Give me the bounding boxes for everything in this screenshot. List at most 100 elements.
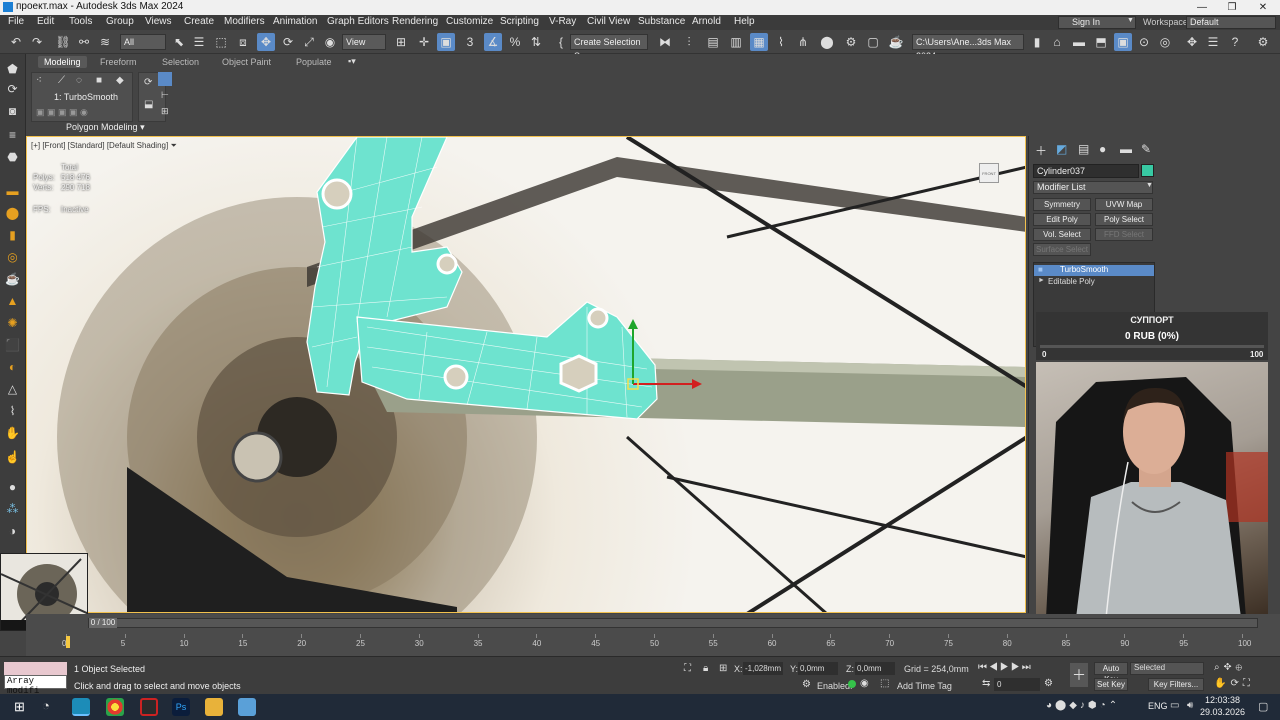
select-by-name-icon[interactable]: ☰ [190,33,208,51]
menu-views[interactable]: Views [145,16,172,27]
edit-poly-button[interactable]: Edit Poly [1033,213,1091,226]
modifier-list-dropdown[interactable]: Modifier List ▼ [1033,181,1153,194]
taskbar-photoshop-icon[interactable]: Ps [172,698,190,716]
create-panel-icon[interactable]: ＋ [1035,142,1047,159]
cube-tool-icon[interactable]: ⬛ [4,338,21,353]
viewcube[interactable]: FRONT [979,163,999,183]
x-coord-field[interactable]: -1,028mm [743,662,783,675]
sphere-grey-icon[interactable]: ● [4,480,21,495]
tab-populate[interactable]: Populate [290,56,338,68]
configure-icon[interactable]: ⊞ [161,106,169,117]
taskbar-app-icon[interactable] [238,698,256,716]
input-language[interactable]: ENG [1148,701,1168,711]
transform-mode-icon[interactable]: ⊞ [719,663,727,674]
time-slider-track[interactable]: 0 / 100 [88,618,1258,628]
z-coord-field[interactable]: 0,0mm [855,662,895,675]
list-icon[interactable]: ≡ [4,128,21,143]
select-and-rotate-icon[interactable]: ⟳ [279,33,297,51]
sphere-tool-icon[interactable]: ⬤ [4,206,21,221]
tray-icons[interactable]: ◕⬤◆♪⬢◔⌃ [1046,700,1120,711]
cylinder-tool-icon[interactable]: ▮ [4,228,21,243]
menu-help[interactable]: Help [734,16,755,27]
viewport-label[interactable]: [+] [Front] [Standard] [Default Shading]… [31,141,177,151]
vertex-mode-icon[interactable]: ⁖ [36,75,42,86]
snaps-toggle-icon[interactable]: 3 [461,33,479,51]
time-configuration-icon[interactable]: ⚙ [1044,678,1053,689]
menu-customize[interactable]: Customize [446,16,493,27]
edit-named-selection-icon[interactable]: { [552,33,570,51]
align-icon[interactable]: ⫶ [680,33,698,51]
select-and-place-icon[interactable]: ◉ [321,33,339,51]
window-crossing-icon[interactable]: ⧈ [234,33,252,51]
windows-start-icon[interactable]: ⊞ [14,699,25,715]
stack-item-turbosmooth[interactable]: ■ TurboSmooth [1034,265,1154,276]
reference-coordinate-dropdown[interactable]: View [342,34,386,50]
timeline[interactable]: 0 / 100 0 5 10 15 20 25 30 35 40 45 50 55 60 65 70 75 80… [26,614,1280,656]
pyramid-tool-icon[interactable]: △ [4,382,21,397]
nav-orbit-icons[interactable]: ✋⟳⛶ [1214,678,1254,689]
menu-create[interactable]: Create [184,16,214,27]
border-mode-icon[interactable]: ◌ [76,75,82,86]
pointer-tool-icon[interactable]: ☝ [4,450,21,465]
help-icon[interactable]: ? [1226,33,1244,51]
link-icon[interactable]: ⛓ [54,33,72,51]
modify-tab-icon[interactable]: ⟳ [4,82,21,97]
edge-mode-icon[interactable]: ⟋ [58,75,65,86]
filter-icon[interactable]: ⏷ [170,141,176,150]
select-and-scale-icon[interactable]: ⤢ [300,33,318,51]
sign-in-dropdown[interactable]: Sign In ▼ [1058,16,1136,29]
orbit-tool-icon[interactable]: ◐ [4,360,21,375]
stack-item-editable-poly[interactable]: ► Editable Poly [1034,277,1154,288]
mirror-icon[interactable]: ⧓ [656,33,674,51]
collapse-icon[interactable]: ⬓ [144,99,153,110]
network-icon[interactable]: ▭ [1170,700,1179,711]
render-setup-icon[interactable]: ⚙ [842,33,860,51]
plugin-icon[interactable]: ✥ [1183,33,1201,51]
render-view-icon[interactable]: ◎ [1156,33,1174,51]
rectangular-selection-icon[interactable]: ⬚ [212,33,230,51]
menu-edit[interactable]: Edit [37,16,54,27]
ribbon-options-icon[interactable]: ▪▾ [348,56,356,67]
teapot-tool-icon[interactable]: ☕ [4,272,21,287]
maximize-button[interactable]: ❐ [1217,0,1247,15]
box-tool-icon[interactable]: ▬ [4,184,21,199]
menu-group[interactable]: Group [106,16,134,27]
named-selection-dropdown[interactable]: Create Selection Se [570,34,648,61]
playback-controls-icon[interactable]: ⏮◀▶▶⏭ [978,662,1033,673]
object-name-field[interactable]: Cylinder037 [1033,164,1139,178]
key-set-dropdown[interactable]: Selected [1130,662,1204,675]
lightbulb-icon[interactable]: ■ [1038,265,1043,274]
angle-snap-icon[interactable]: ∡ [484,33,502,51]
rendered-frame-window-icon[interactable]: ▢ [864,33,882,51]
render-production-icon[interactable]: ☕ [887,33,905,51]
y-coord-field[interactable]: 0,0mm [798,662,838,675]
selection-filter-dropdown[interactable]: All [120,34,166,50]
current-frame-field[interactable]: 0 [994,678,1040,691]
time-config-icon[interactable]: ⚙ [802,679,811,690]
volume-icon[interactable]: 🔊︎ [1187,700,1193,711]
surface-select-button[interactable]: Surface Select [1033,243,1091,256]
viewport-layout-icon[interactable]: ▣ [1114,33,1132,51]
selection-lock-icon[interactable]: ◉ [860,678,869,689]
isolate-icon[interactable]: ⛶ [684,663,691,674]
viewport-front[interactable]: [+] [Front] [Standard] [Default Shading]… [26,136,1026,613]
menu-file[interactable]: File [8,16,24,27]
set-key-plus-icon[interactable]: ＋ [1070,663,1088,687]
ffd-select-button[interactable]: FFD Select [1095,228,1153,241]
set-key-button[interactable]: Set Key [1094,678,1128,691]
add-time-tag[interactable]: Add Time Tag [897,681,952,691]
pin-stack-icon[interactable] [158,72,172,86]
expand-arrow-icon[interactable]: ► [1038,277,1045,284]
menu-graph-editors[interactable]: Graph Editors [327,16,389,27]
unlink-icon[interactable]: ⚯ [75,33,93,51]
menu-vray[interactable]: V-Ray [549,16,576,27]
vol-select-button[interactable]: Vol. Select [1033,228,1091,241]
time-slider-handle[interactable]: 0 / 100 [89,618,117,628]
scene-explorer-icon[interactable]: ▤ [704,33,722,51]
notifications-icon[interactable]: ▢ [1258,700,1268,713]
minimize-button[interactable]: — [1187,0,1217,15]
layer-explorer-icon[interactable]: ▥ [727,33,745,51]
list-menu-icon[interactable]: ☰ [1204,33,1222,51]
key-filters-button[interactable]: Key Filters... [1148,678,1204,691]
open-folder-icon[interactable]: ⌂ [1048,33,1066,51]
